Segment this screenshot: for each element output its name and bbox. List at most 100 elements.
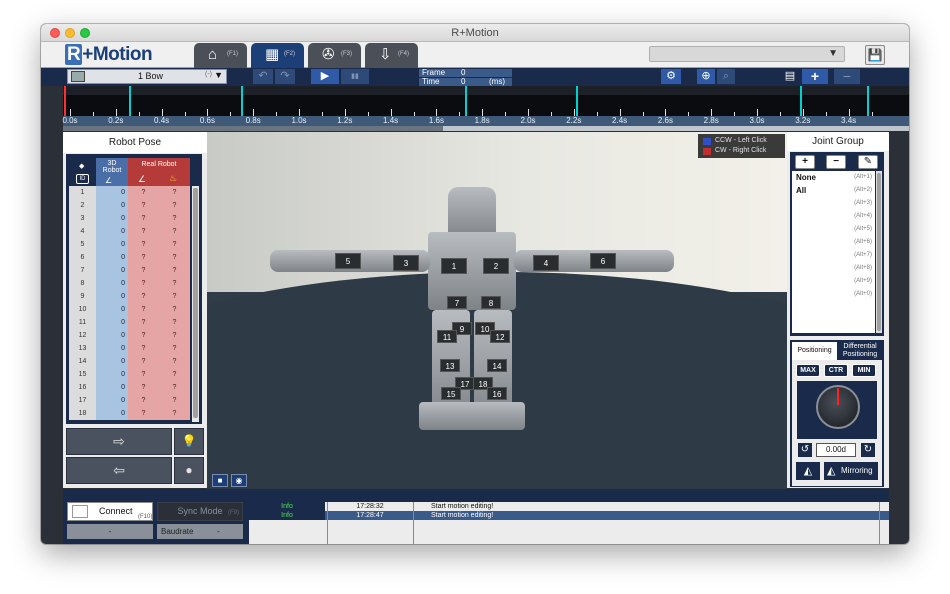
- servo-15[interactable]: 15: [441, 387, 461, 400]
- servo-13[interactable]: 13: [440, 359, 460, 372]
- joint-group-item[interactable]: All (Alt+2): [796, 184, 874, 197]
- table-cell[interactable]: ?: [159, 199, 190, 212]
- tab-home[interactable]: ⌂ (F1): [194, 43, 247, 68]
- table-row[interactable]: 18 0??: [69, 407, 190, 420]
- keyframe-marker[interactable]: [867, 86, 869, 116]
- tab-download[interactable]: ⇩ (F4): [365, 43, 418, 68]
- table-cell[interactable]: 0: [96, 264, 128, 277]
- table-row[interactable]: 17 0??: [69, 394, 190, 407]
- joint-group-item[interactable]: (Alt+6): [796, 236, 874, 249]
- table-cell[interactable]: 0: [96, 186, 128, 199]
- servo-14[interactable]: 14: [487, 359, 507, 372]
- port-select[interactable]: -: [67, 524, 153, 539]
- table-cell[interactable]: ?: [128, 186, 159, 199]
- timeline-cursor[interactable]: [64, 86, 66, 116]
- table-cell[interactable]: 0: [96, 277, 128, 290]
- keyframe-marker[interactable]: [800, 86, 802, 116]
- timeline-scrollbar[interactable]: [63, 126, 909, 131]
- real-robot-column-header[interactable]: Real Robot ∠ ♨: [128, 158, 190, 186]
- table-cell[interactable]: ?: [128, 407, 159, 420]
- table-cell[interactable]: 0: [96, 407, 128, 420]
- table-cell[interactable]: 0: [96, 238, 128, 251]
- table-row[interactable]: 15 0??: [69, 368, 190, 381]
- copy-to-real-robot-button[interactable]: ⇨: [66, 428, 172, 455]
- table-row[interactable]: 6 0??: [69, 251, 190, 264]
- robot-select-dropdown[interactable]: ▼: [649, 46, 845, 62]
- table-cell[interactable]: ?: [159, 368, 190, 381]
- joint-group-item[interactable]: (Alt+4): [796, 210, 874, 223]
- save-button[interactable]: 💾: [865, 45, 885, 65]
- joint-group-item[interactable]: (Alt+9): [796, 275, 874, 288]
- table-cell[interactable]: ?: [159, 381, 190, 394]
- timeline[interactable]: 0.0s 0.2s 0.4s 0.6s 0.8s 1.0s 1.2s 1.4s 1.6s 1.8s…: [62, 86, 909, 126]
- torque-off-button[interactable]: ●: [174, 457, 204, 484]
- pause-button[interactable]: ▮▮: [341, 69, 369, 84]
- mirror-pose-button[interactable]: ◭: [796, 462, 820, 480]
- tab-differential-positioning[interactable]: Differential Positioning: [837, 342, 883, 360]
- pose-table-scrollbar[interactable]: [192, 186, 199, 422]
- table-row[interactable]: 8 0??: [69, 277, 190, 290]
- baudrate-select[interactable]: Baudrate -: [157, 524, 243, 539]
- joint-group-item[interactable]: (Alt+7): [796, 249, 874, 262]
- table-cell[interactable]: ?: [159, 212, 190, 225]
- keyframe-marker[interactable]: [129, 86, 131, 116]
- table-row[interactable]: 3 0??: [69, 212, 190, 225]
- table-cell[interactable]: 0: [96, 225, 128, 238]
- torque-on-button[interactable]: 💡: [174, 428, 204, 455]
- tab-motion-editor[interactable]: ▦ (F2): [251, 43, 304, 68]
- copy-frame-button[interactable]: ▤: [781, 69, 799, 84]
- keyframe-marker[interactable]: [465, 86, 467, 116]
- servo-6[interactable]: 6: [590, 253, 616, 269]
- table-cell[interactable]: ?: [159, 394, 190, 407]
- zoom-out-button[interactable]: ⌕: [717, 69, 735, 84]
- table-cell[interactable]: 0: [96, 212, 128, 225]
- table-cell[interactable]: ?: [128, 368, 159, 381]
- log-row[interactable]: Info 17:28:47 Start motion editing!: [249, 511, 889, 520]
- servo-8[interactable]: 8: [481, 296, 501, 309]
- joint-group-item[interactable]: (Alt+0): [796, 288, 874, 301]
- servo-4[interactable]: 4: [533, 255, 559, 271]
- table-row[interactable]: 7 0??: [69, 264, 190, 277]
- center-button[interactable]: CTR: [824, 364, 848, 377]
- table-cell[interactable]: ?: [128, 277, 159, 290]
- table-cell[interactable]: ?: [159, 342, 190, 355]
- table-cell[interactable]: ?: [128, 199, 159, 212]
- table-row[interactable]: 16 0??: [69, 381, 190, 394]
- keyframe-marker[interactable]: [576, 86, 578, 116]
- timeline-scroll-thumb[interactable]: [63, 126, 443, 131]
- table-cell[interactable]: ?: [159, 303, 190, 316]
- servo-3[interactable]: 3: [393, 255, 419, 271]
- table-cell[interactable]: ?: [128, 342, 159, 355]
- table-cell[interactable]: ?: [128, 238, 159, 251]
- keyframe-marker[interactable]: [241, 86, 243, 116]
- table-row[interactable]: 9 0??: [69, 290, 190, 303]
- table-row[interactable]: 5 0??: [69, 238, 190, 251]
- table-row[interactable]: 10 0??: [69, 303, 190, 316]
- table-cell[interactable]: ?: [159, 355, 190, 368]
- table-row[interactable]: 14 0??: [69, 355, 190, 368]
- table-row[interactable]: 11 0??: [69, 316, 190, 329]
- table-cell[interactable]: 0: [96, 368, 128, 381]
- table-cell[interactable]: 0: [96, 381, 128, 394]
- table-cell[interactable]: ?: [128, 316, 159, 329]
- tab-play[interactable]: ✇ (F3): [308, 43, 361, 68]
- servo-16[interactable]: 16: [487, 387, 507, 400]
- robot-left-foot[interactable]: [419, 402, 475, 430]
- copy-to-3d-robot-button[interactable]: ⇦: [66, 457, 172, 484]
- joint-group-item[interactable]: (Alt+3): [796, 197, 874, 210]
- table-cell[interactable]: 0: [96, 329, 128, 342]
- servo-12[interactable]: 12: [490, 330, 510, 343]
- table-cell[interactable]: 0: [96, 199, 128, 212]
- tab-positioning[interactable]: Positioning: [792, 342, 837, 360]
- table-cell[interactable]: ?: [128, 329, 159, 342]
- table-cell[interactable]: ?: [128, 225, 159, 238]
- table-cell[interactable]: ?: [159, 225, 190, 238]
- table-cell[interactable]: ?: [159, 251, 190, 264]
- robot-right-foot[interactable]: [469, 402, 525, 430]
- play-button[interactable]: ▶: [311, 69, 339, 84]
- joint-group-scrollbar[interactable]: [876, 171, 882, 333]
- table-cell[interactable]: ?: [128, 264, 159, 277]
- table-cell[interactable]: 0: [96, 342, 128, 355]
- motion-select[interactable]: 1 Bow (-) ▼: [67, 69, 227, 84]
- log-row[interactable]: Info 17:28:32 Start motion editing!: [249, 502, 889, 511]
